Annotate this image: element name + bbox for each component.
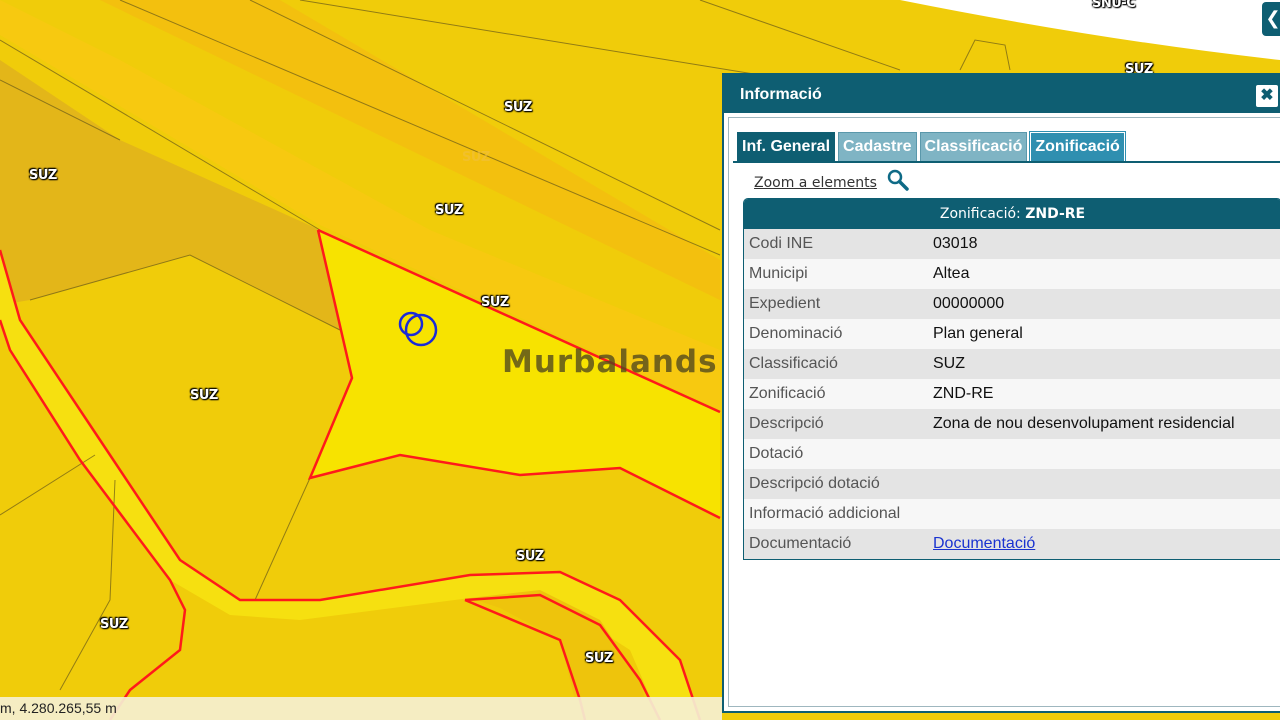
table-row: Expedient 00000000	[744, 289, 1280, 319]
row-key: Codi INE	[749, 235, 814, 252]
row-value	[933, 469, 1280, 499]
row-key: Dotació	[749, 445, 804, 462]
row-key: Descripció dotació	[749, 475, 880, 492]
map-zone-label: SUZ	[504, 100, 532, 115]
table-title-value: ZND-RE	[1025, 206, 1086, 222]
tab-cadastre[interactable]: Cadastre	[838, 132, 917, 161]
row-key: Descripció	[749, 415, 824, 432]
panel-header[interactable]: Informació ✖	[724, 75, 1280, 113]
tab-divider	[733, 161, 1280, 163]
table-row: Zonificació ZND-RE	[744, 379, 1280, 409]
row-value: 03018	[933, 235, 978, 252]
map-zone-label: SUZ	[29, 168, 57, 183]
row-value: Zona de nou desenvolupament residencial	[933, 415, 1235, 432]
table-row: Descripció Zona de nou desenvolupament re…	[744, 409, 1280, 439]
table-row: Dotació	[744, 439, 1280, 469]
tab-inf-general[interactable]: Inf. General	[737, 132, 836, 161]
panel-body: Inf. General Cadastre Classificació Zoni…	[728, 117, 1280, 707]
table-title-prefix: Zonificació:	[939, 206, 1026, 222]
coordinate-statusbar: m, 4.280.265,55 m	[0, 697, 722, 720]
row-value	[933, 499, 1280, 529]
row-key: Zonificació	[749, 385, 826, 402]
tab-classificacio[interactable]: Classificació	[919, 132, 1028, 161]
zonification-table: Zonificació: ZND-RE Codi INE 03018 Munici…	[743, 198, 1280, 560]
map-zone-label-faded: SUZ	[462, 150, 490, 165]
table-title: Zonificació: ZND-RE	[744, 199, 1280, 229]
close-button[interactable]: ✖	[1256, 85, 1278, 107]
row-value-cell: Documentació	[933, 529, 1280, 559]
documentacio-link[interactable]: Documentació	[933, 535, 1035, 552]
row-key: Informació addicional	[749, 505, 901, 522]
table-row: Descripció dotació	[744, 469, 1280, 499]
panel-title: Informació	[740, 86, 822, 103]
map-zone-label: SUZ	[190, 388, 218, 403]
map-zone-label: SUZ	[585, 651, 613, 666]
row-key: Municipi	[749, 265, 808, 282]
chevron-left-icon: ❮	[1265, 8, 1280, 29]
row-key: Documentació	[749, 535, 852, 552]
table-rows: Codi INE 03018 Municipi Altea Expedient 000…	[744, 229, 1280, 559]
row-value: ZND-RE	[933, 385, 994, 402]
map-zone-label: SNU-C	[1092, 0, 1136, 11]
zoom-to-elements-link[interactable]: Zoom a elements	[754, 175, 877, 191]
search-icon[interactable]	[885, 168, 911, 194]
tab-zonificacio[interactable]: Zonificació	[1029, 131, 1126, 163]
close-icon: ✖	[1260, 87, 1274, 104]
collapse-panel-button[interactable]: ❮	[1262, 2, 1280, 36]
map-zone-label: SUZ	[435, 203, 463, 218]
table-row: Documentació Documentació	[744, 529, 1280, 559]
table-row: Classificació SUZ	[744, 349, 1280, 379]
table-row: Denominació Plan general	[744, 319, 1280, 349]
map-zone-label: SUZ	[516, 549, 544, 564]
row-value: 00000000	[933, 295, 1005, 312]
map-zone-label: SUZ	[100, 617, 128, 632]
row-key: Denominació	[749, 325, 843, 342]
row-value: Altea	[933, 265, 970, 282]
coordinate-readout: m, 4.280.265,55 m	[0, 700, 117, 716]
row-value: Plan general	[933, 325, 1023, 342]
row-key: Classificació	[749, 355, 838, 372]
table-row: Informació addicional	[744, 499, 1280, 529]
table-row: Municipi Altea	[744, 259, 1280, 289]
row-key: Expedient	[749, 295, 821, 312]
row-value: SUZ	[933, 355, 965, 372]
map-zone-label: SUZ	[481, 295, 509, 310]
tab-bar: Inf. General Cadastre Classificació Zoni…	[737, 131, 1126, 163]
info-panel: Informació ✖ Inf. General Cadastre Class…	[722, 73, 1280, 713]
table-row: Codi INE 03018	[744, 229, 1280, 259]
row-value	[933, 439, 1280, 469]
